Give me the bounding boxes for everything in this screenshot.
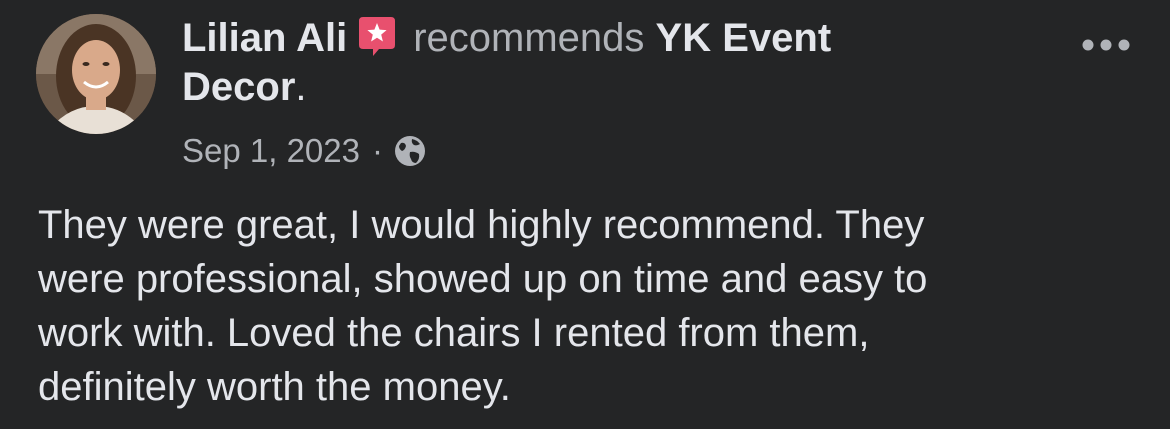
avatar[interactable] <box>36 14 156 134</box>
review-line: work with. Loved the chairs I rented fro… <box>38 311 870 355</box>
page-name-part-2[interactable]: Decor <box>182 65 295 109</box>
meta-separator: · <box>372 132 383 169</box>
review-line: They were great, I would highly recommen… <box>38 203 925 247</box>
review-line: definitely worth the money. <box>38 365 511 409</box>
avatar-photo <box>36 14 156 134</box>
page-name-part-1[interactable]: YK Event <box>656 16 832 60</box>
globe-icon[interactable] <box>393 134 427 168</box>
review-text: They were great, I would highly recommen… <box>38 198 1118 414</box>
period: . <box>295 65 307 109</box>
author-name[interactable]: Lilian Ali <box>182 16 347 60</box>
post-date[interactable]: Sep 1, 2023 <box>182 131 360 171</box>
review-line: were professional, showed up on time and… <box>38 257 928 301</box>
recommends-text: recommends <box>413 16 645 60</box>
post-header: Lilian Ali recommends YK Event Decor. <box>182 14 1042 112</box>
post-meta: Sep 1, 2023 · <box>182 131 427 171</box>
more-options-icon[interactable] <box>1078 30 1134 60</box>
recommendation-post: Lilian Ali recommends YK Event Decor. Sep… <box>0 0 1170 429</box>
recommendation-star-icon <box>357 15 397 56</box>
